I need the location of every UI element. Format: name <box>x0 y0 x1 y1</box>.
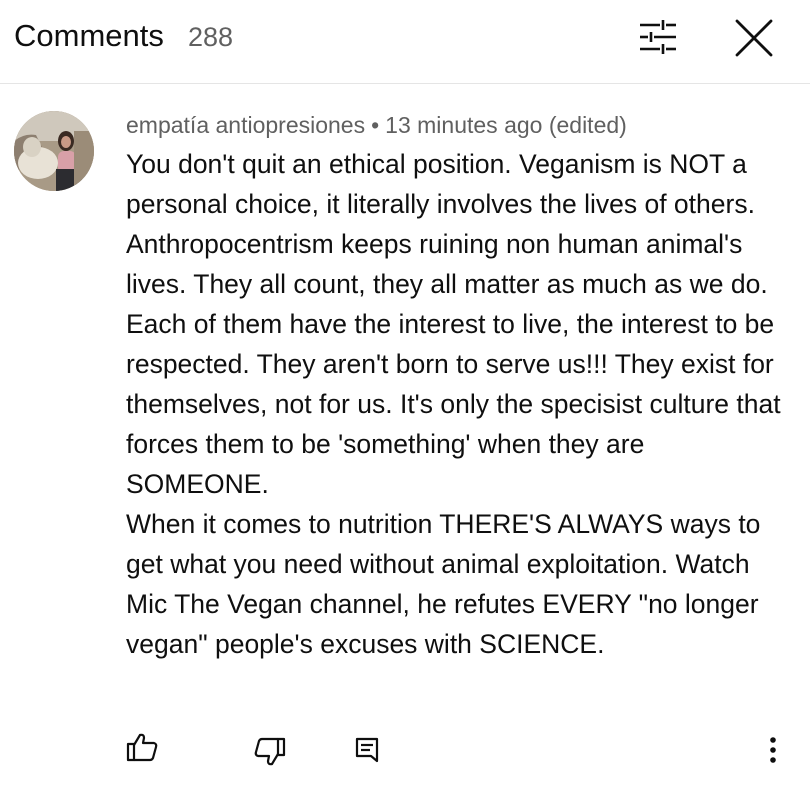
comment-thread: empatía antiopresiones • 13 minutes ago (e… <box>0 84 810 795</box>
close-icon <box>735 19 773 57</box>
comments-title: Comments <box>14 18 164 53</box>
close-button[interactable] <box>726 10 782 66</box>
comment-author[interactable]: empatía antiopresiones <box>126 112 365 138</box>
comments-count: 288 <box>188 22 234 52</box>
avatar[interactable] <box>14 111 94 191</box>
avatar-image <box>14 111 94 191</box>
sort-filter-button[interactable] <box>630 12 686 62</box>
sliders-icon <box>640 20 676 54</box>
meta-separator: • <box>371 112 380 138</box>
more-options-button[interactable] <box>758 732 788 768</box>
comment-paragraph: You don't quit an ethical position. Vega… <box>126 149 755 219</box>
thumbs-up-icon <box>126 733 158 762</box>
comment-timestamp[interactable]: 13 minutes ago (edited) <box>385 112 627 138</box>
comments-header: Comments 288 <box>0 0 810 84</box>
dislike-button[interactable] <box>252 734 288 770</box>
more-vertical-icon <box>770 737 776 763</box>
reply-button[interactable] <box>351 734 383 766</box>
comment-paragraph: When it comes to nutrition THERE'S ALWAY… <box>126 509 761 659</box>
comment-body: You don't quit an ethical position. Vega… <box>126 144 786 664</box>
like-button[interactable] <box>124 729 160 765</box>
thumbs-down-icon <box>254 737 286 766</box>
comment-meta: empatía antiopresiones • 13 minutes ago (e… <box>126 109 627 141</box>
comment-paragraph: Anthropocentrism keeps ruining non human… <box>126 229 781 499</box>
reply-icon <box>355 737 379 763</box>
